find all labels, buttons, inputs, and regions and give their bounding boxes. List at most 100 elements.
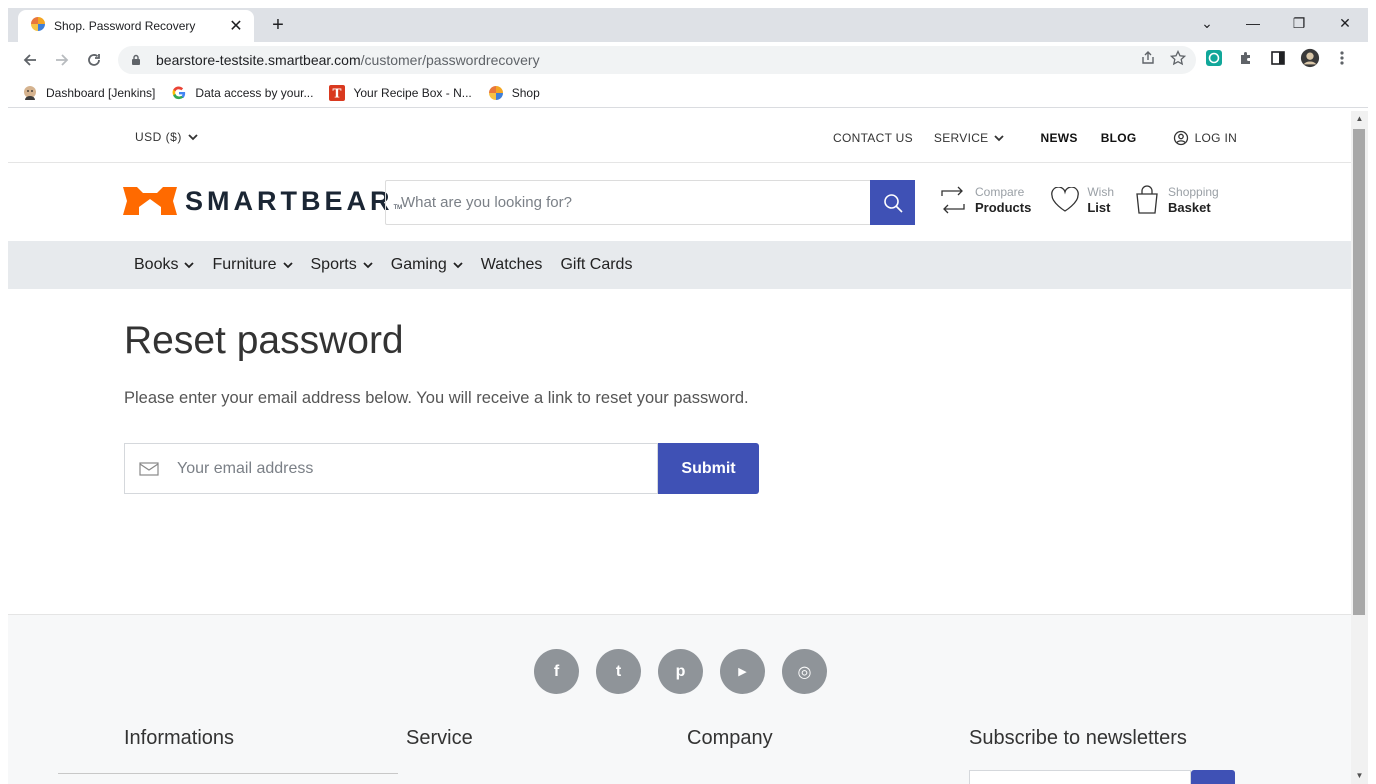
email-field-wrapper bbox=[124, 443, 658, 494]
tab-strip: Shop. Password Recovery ✕ + ⌄ — ❐ ✕ bbox=[8, 8, 1368, 42]
login-link[interactable]: LOG IN bbox=[1173, 130, 1237, 146]
wish-label-top: Wish bbox=[1087, 185, 1115, 199]
profile-avatar-icon[interactable] bbox=[1300, 48, 1320, 68]
reload-icon bbox=[88, 54, 100, 66]
page-scrollbar[interactable]: ▲ ▼ bbox=[1351, 111, 1368, 784]
blog-link[interactable]: BLOG bbox=[1101, 131, 1137, 145]
tab-close-icon[interactable]: ✕ bbox=[228, 16, 244, 36]
bookmark-recipe-box[interactable]: T Your Recipe Box - N... bbox=[329, 84, 472, 101]
facebook-icon[interactable]: f bbox=[534, 649, 579, 694]
site-header: SMARTBEAR TM CompareProducts WishList bbox=[8, 163, 1351, 241]
back-button[interactable] bbox=[14, 46, 46, 74]
scroll-down-arrow-icon[interactable]: ▼ bbox=[1351, 768, 1368, 784]
compare-label-top: Compare bbox=[975, 185, 1025, 199]
submit-button[interactable]: Submit bbox=[658, 443, 759, 494]
close-window-icon[interactable]: ✕ bbox=[1322, 15, 1368, 32]
newsletter-subscribe-button[interactable] bbox=[1191, 770, 1235, 784]
puzzle-extensions-icon[interactable] bbox=[1236, 48, 1256, 68]
forward-arrow-icon bbox=[56, 54, 69, 66]
forward-button[interactable] bbox=[46, 46, 78, 74]
bookmark-jenkins[interactable]: Dashboard [Jenkins] bbox=[22, 85, 155, 101]
login-label: LOG IN bbox=[1194, 131, 1238, 145]
chrome-menu-icon[interactable] bbox=[1332, 48, 1352, 68]
chevron-down-icon bbox=[363, 262, 373, 269]
tab-search-icon[interactable]: ⌄ bbox=[1184, 15, 1230, 32]
menu-item-label: Sports bbox=[310, 256, 357, 273]
compare-icon bbox=[941, 186, 965, 214]
top-nav: CONTACT US SERVICE NEWS BLOG LOG IN bbox=[833, 130, 1258, 146]
site-footer: f t p ▶ ◎ Informations Service Company S… bbox=[8, 614, 1351, 784]
service-dropdown[interactable]: SERVICE bbox=[934, 131, 1005, 145]
wishlist-link[interactable]: Wish List bbox=[1051, 185, 1114, 215]
menu-item-label: Furniture bbox=[212, 256, 277, 273]
main-menu: Books Furniture Sports Gaming Watches Gi… bbox=[8, 241, 1351, 289]
instagram-icon[interactable]: ◎ bbox=[782, 649, 827, 694]
shop-icon bbox=[488, 85, 504, 101]
menu-item-label: Watches bbox=[480, 256, 543, 273]
bookmark-star-icon[interactable] bbox=[1170, 50, 1186, 66]
back-arrow-icon bbox=[23, 54, 36, 66]
url-path: /customer/passwordrecovery bbox=[360, 52, 540, 68]
window-controls: ⌄ — ❐ ✕ bbox=[1184, 8, 1368, 38]
extension-icon[interactable] bbox=[1204, 48, 1224, 68]
menu-item-books[interactable]: Books bbox=[134, 256, 195, 274]
top-bar: USD ($) CONTACT US SERVICE NEWS BLOG LOG… bbox=[8, 111, 1351, 163]
extensions-area bbox=[1204, 48, 1352, 68]
menu-item-furniture[interactable]: Furniture bbox=[212, 256, 293, 274]
bookmark-google[interactable]: Data access by your... bbox=[171, 85, 313, 101]
menu-item-watches[interactable]: Watches bbox=[481, 256, 543, 274]
currency-selector[interactable]: USD ($) bbox=[135, 130, 198, 144]
minimize-icon[interactable]: — bbox=[1230, 15, 1276, 31]
youtube-icon[interactable]: ▶ bbox=[720, 649, 765, 694]
compare-products-link[interactable]: Compare Products bbox=[939, 185, 1031, 215]
share-icon[interactable] bbox=[1140, 50, 1156, 66]
menu-item-gaming[interactable]: Gaming bbox=[391, 256, 463, 274]
email-input[interactable] bbox=[177, 459, 637, 478]
address-bar[interactable]: bearstore-testsite.smartbear.com /custom… bbox=[118, 46, 1196, 74]
bookmark-shop[interactable]: Shop bbox=[488, 85, 540, 101]
basket-label-bottom: Basket bbox=[1168, 200, 1211, 215]
menu-item-gift-cards[interactable]: Gift Cards bbox=[560, 256, 632, 274]
lock-icon bbox=[132, 54, 140, 65]
bear-logo-icon bbox=[123, 187, 177, 215]
bookmark-label: Shop bbox=[511, 85, 540, 100]
nytimes-icon: T bbox=[329, 84, 346, 101]
contact-us-link[interactable]: CONTACT US bbox=[833, 131, 913, 145]
news-link[interactable]: NEWS bbox=[1040, 131, 1077, 145]
browser-tab[interactable]: Shop. Password Recovery ✕ bbox=[18, 10, 254, 42]
scroll-up-arrow-icon[interactable]: ▲ bbox=[1351, 111, 1368, 127]
search-icon bbox=[883, 193, 903, 213]
shopping-bag-icon bbox=[1136, 185, 1158, 214]
svg-text:T: T bbox=[333, 86, 342, 100]
user-circle-icon bbox=[1173, 130, 1188, 146]
menu-item-sports[interactable]: Sports bbox=[311, 256, 373, 274]
web-page: USD ($) CONTACT US SERVICE NEWS BLOG LOG… bbox=[8, 111, 1351, 784]
twitter-icon[interactable]: t bbox=[596, 649, 641, 694]
shopping-basket-link[interactable]: Shopping Basket bbox=[1134, 185, 1219, 215]
side-panel-icon[interactable] bbox=[1268, 48, 1288, 68]
bookmark-label: Your Recipe Box - N... bbox=[353, 85, 472, 100]
compare-label-bottom: Products bbox=[975, 200, 1032, 215]
restore-icon[interactable]: ❐ bbox=[1276, 15, 1322, 32]
search-input[interactable] bbox=[386, 181, 870, 224]
menu-item-label: Gift Cards bbox=[560, 256, 633, 273]
reload-button[interactable] bbox=[78, 46, 110, 74]
bookmarks-bar: Dashboard [Jenkins] Data access by your.… bbox=[8, 78, 1368, 108]
newsletter-email-input[interactable] bbox=[969, 770, 1191, 784]
smartbear-logo[interactable]: SMARTBEAR TM bbox=[123, 185, 402, 217]
currency-label: USD ($) bbox=[135, 130, 182, 144]
search-button[interactable] bbox=[870, 180, 915, 225]
blog-label: BLOG bbox=[1100, 131, 1137, 145]
scroll-thumb[interactable] bbox=[1353, 129, 1365, 615]
wish-label-bottom: List bbox=[1087, 200, 1111, 215]
browser-toolbar: bearstore-testsite.smartbear.com /custom… bbox=[8, 42, 1368, 78]
new-tab-button[interactable]: + bbox=[266, 14, 290, 38]
pinterest-icon[interactable]: p bbox=[658, 649, 703, 694]
search-box bbox=[385, 180, 915, 225]
envelope-icon bbox=[139, 461, 159, 476]
status-bubble bbox=[58, 773, 398, 784]
page-title: Reset password bbox=[124, 319, 404, 362]
chevron-down-icon bbox=[453, 262, 463, 269]
url-host: bearstore-testsite.smartbear.com bbox=[156, 52, 361, 68]
contact-us-label: CONTACT US bbox=[833, 131, 913, 145]
